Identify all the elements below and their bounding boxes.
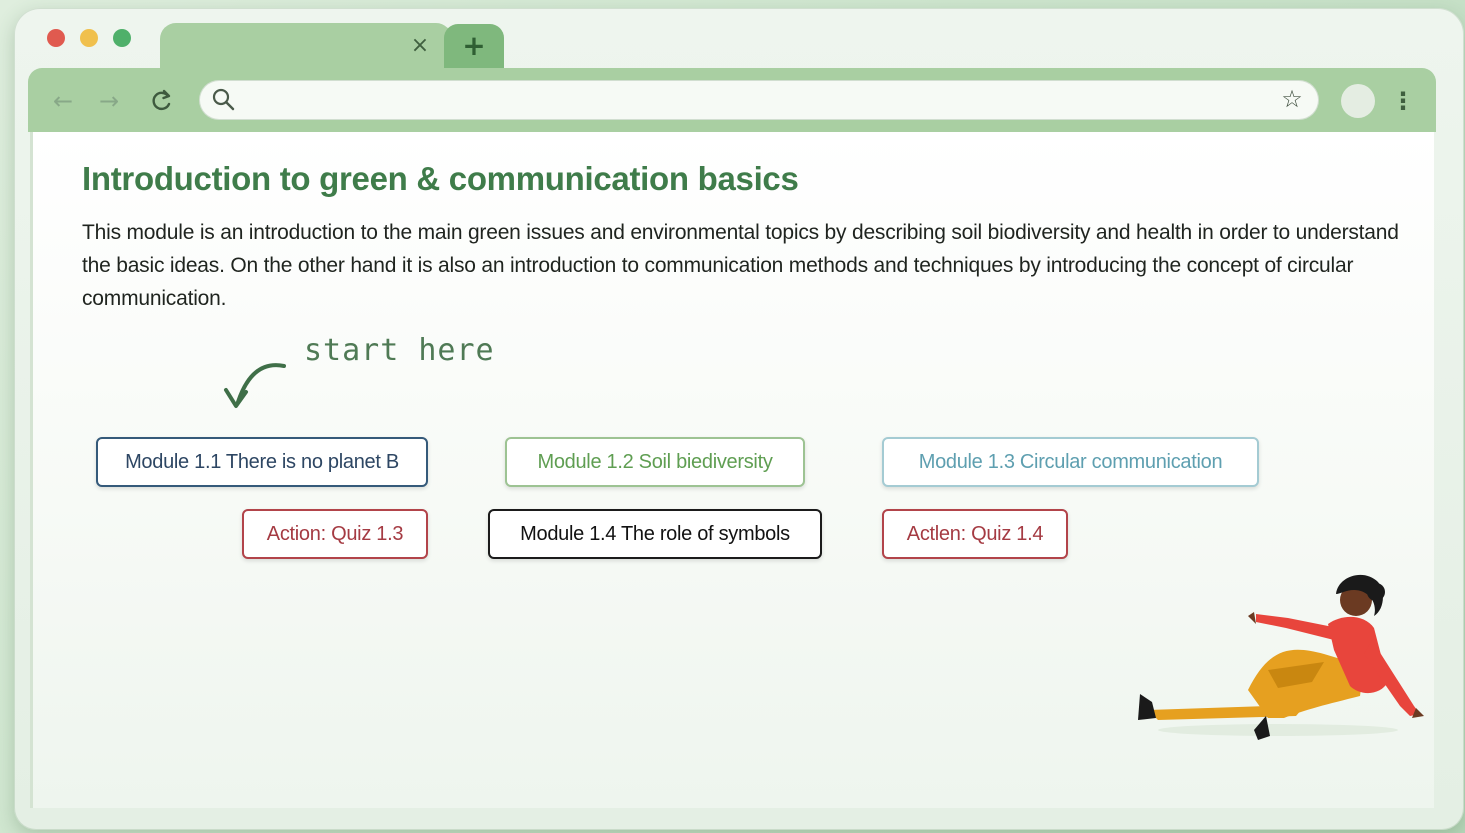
search-icon xyxy=(212,88,235,111)
module-1-3-button[interactable]: Module 1.3 Circular communication xyxy=(882,437,1259,487)
reclining-person-illustration xyxy=(1138,574,1424,740)
profile-avatar[interactable] xyxy=(1341,84,1375,118)
menu-dots-icon[interactable]: ⋮ xyxy=(1391,86,1415,116)
back-arrow-icon[interactable]: ← xyxy=(48,86,78,116)
module-1-2-button[interactable]: Module 1.2 Soil biediversity xyxy=(505,437,805,487)
quiz-1-4-button[interactable]: Actlen: Quiz 1.4 xyxy=(882,509,1068,559)
module-description: This module is an introduction to the ma… xyxy=(82,221,1399,310)
address-bar[interactable] xyxy=(199,80,1319,120)
close-window-button[interactable] xyxy=(47,29,65,47)
new-tab-button[interactable]: + xyxy=(444,24,504,71)
reload-glyph xyxy=(152,89,171,111)
quiz-1-3-button[interactable]: Action: Quiz 1.3 xyxy=(242,509,428,559)
close-tab-icon[interactable]: × xyxy=(408,34,432,58)
maximize-window-button[interactable] xyxy=(113,29,131,47)
forward-arrow-icon[interactable]: → xyxy=(94,86,124,116)
minimize-window-button[interactable] xyxy=(80,29,98,47)
module-1-4-button[interactable]: Module 1.4 The role of symbols xyxy=(488,509,822,559)
hand-drawn-arrow-icon xyxy=(224,363,286,408)
reload-icon[interactable] xyxy=(147,86,177,116)
page-title: Introduction to green & communication ba… xyxy=(82,160,799,197)
module-1-1-button[interactable]: Module 1.1 There is no planet B xyxy=(96,437,428,487)
bookmark-star-icon[interactable]: ☆ xyxy=(1277,84,1307,114)
start-here-hint: start here xyxy=(304,333,495,368)
